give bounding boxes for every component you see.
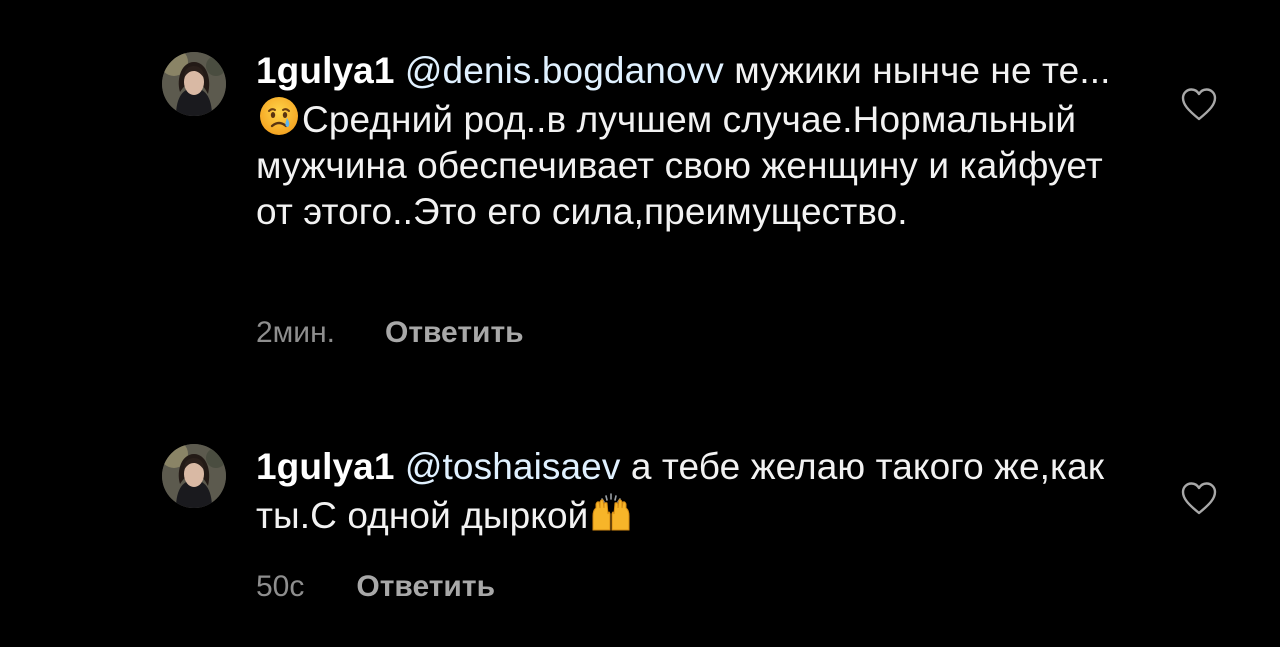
comment-text-part: мужики нынче не те... <box>723 50 1111 91</box>
avatar[interactable] <box>162 52 226 116</box>
heart-outline-icon <box>1181 88 1217 121</box>
comment-body: 1gulya1 @toshaisaev а тебе желаю такого … <box>256 444 1136 603</box>
reply-button[interactable]: Ответить <box>385 316 524 350</box>
comment-text: 1gulya1 @toshaisaev а тебе желаю такого … <box>256 444 1136 539</box>
comment-mention[interactable]: @denis.bogdanovv <box>405 50 724 91</box>
comment-username[interactable]: 1gulya1 <box>256 446 395 487</box>
comment-username[interactable]: 1gulya1 <box>256 50 395 91</box>
reply-button[interactable]: Ответить <box>356 570 495 604</box>
comment-meta: 2мин. Ответить <box>256 316 524 350</box>
crying-face-emoji-icon <box>257 94 301 138</box>
comment-body: 1gulya1 @denis.bogdanovv мужики нынче не… <box>256 48 1136 349</box>
avatar-image <box>162 52 226 116</box>
comment-timestamp: 2мин. <box>256 316 335 349</box>
heart-outline-icon <box>1181 482 1217 515</box>
comment-text-part: Средний род..в лучшем случае.Нормальный … <box>256 99 1103 232</box>
comment-mention[interactable]: @toshaisaev <box>405 446 621 487</box>
like-button[interactable] <box>1180 86 1218 122</box>
comment-timestamp: 50с <box>256 570 305 603</box>
avatar[interactable] <box>162 444 226 508</box>
like-button[interactable] <box>1180 480 1218 516</box>
comment-meta: 50с Ответить <box>256 570 495 604</box>
avatar-image <box>162 444 226 508</box>
comment-text: 1gulya1 @denis.bogdanovv мужики нынче не… <box>256 48 1136 235</box>
raising-hands-emoji-icon <box>589 490 633 534</box>
